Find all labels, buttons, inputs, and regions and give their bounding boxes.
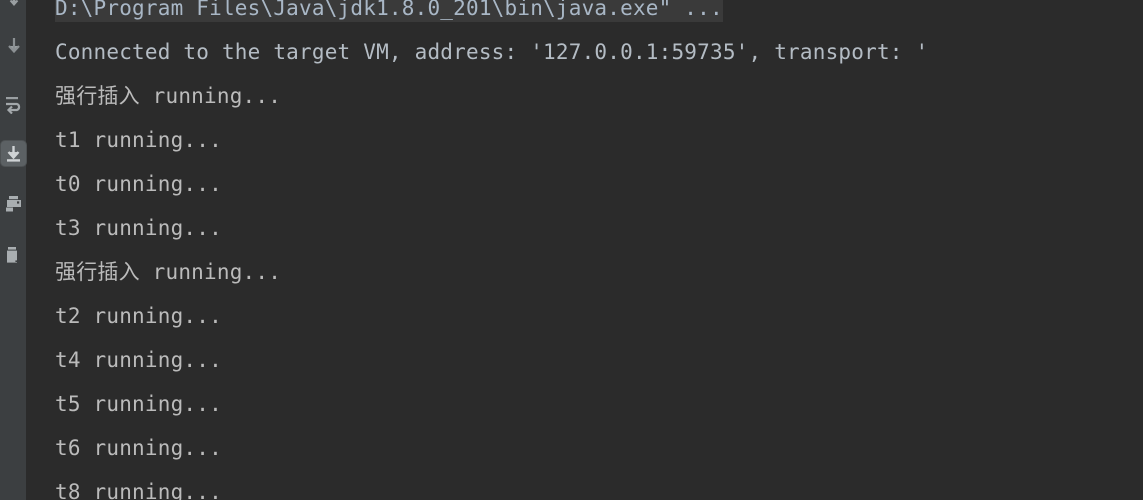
console-line: t4 running... — [55, 338, 1143, 382]
console-line-text: t6 running... — [55, 436, 222, 460]
console-line: D:\Program Files\Java\jdk1.8.0_201\bin\j… — [55, 0, 1143, 30]
console-line-text: t3 running... — [55, 216, 222, 240]
console-line-text: t2 running... — [55, 304, 222, 328]
console-line-text: t5 running... — [55, 392, 222, 416]
console-line-text: t4 running... — [55, 348, 222, 372]
console-line: 强行插入 running... — [55, 74, 1143, 118]
console-line: Connected to the target VM, address: '12… — [55, 30, 1143, 74]
console-line: t6 running... — [55, 426, 1143, 470]
console-toolbar — [0, 0, 27, 500]
arrow-down-icon[interactable] — [1, 34, 26, 59]
print-icon[interactable] — [1, 191, 26, 216]
console-line: 强行插入 running... — [55, 250, 1143, 294]
console-line-list: D:\Program Files\Java\jdk1.8.0_201\bin\j… — [27, 0, 1143, 500]
console-output-area[interactable]: D:\Program Files\Java\jdk1.8.0_201\bin\j… — [27, 0, 1143, 500]
console-line-text: Connected to the target VM, address: '12… — [55, 40, 929, 64]
rerun-icon[interactable] — [1, 0, 26, 13]
console-line-text: t0 running... — [55, 172, 222, 196]
console-line-text: D:\Program Files\Java\jdk1.8.0_201\bin\j… — [55, 0, 723, 22]
scroll-to-end-icon[interactable] — [1, 141, 26, 166]
clear-all-icon[interactable] — [1, 242, 26, 267]
console-line: t0 running... — [55, 162, 1143, 206]
soft-wrap-icon[interactable] — [1, 92, 26, 117]
console-line-text: 强行插入 running... — [55, 260, 282, 284]
console-line-text: 强行插入 running... — [55, 84, 282, 108]
console-line: t3 running... — [55, 206, 1143, 250]
console-line: t8 running... — [55, 470, 1143, 500]
console-line-text: t1 running... — [55, 128, 222, 152]
console-line-text: t8 running... — [55, 480, 222, 500]
console-line: t1 running... — [55, 118, 1143, 162]
console-line: t2 running... — [55, 294, 1143, 338]
run-console-window: D:\Program Files\Java\jdk1.8.0_201\bin\j… — [0, 0, 1143, 500]
console-line: t5 running... — [55, 382, 1143, 426]
